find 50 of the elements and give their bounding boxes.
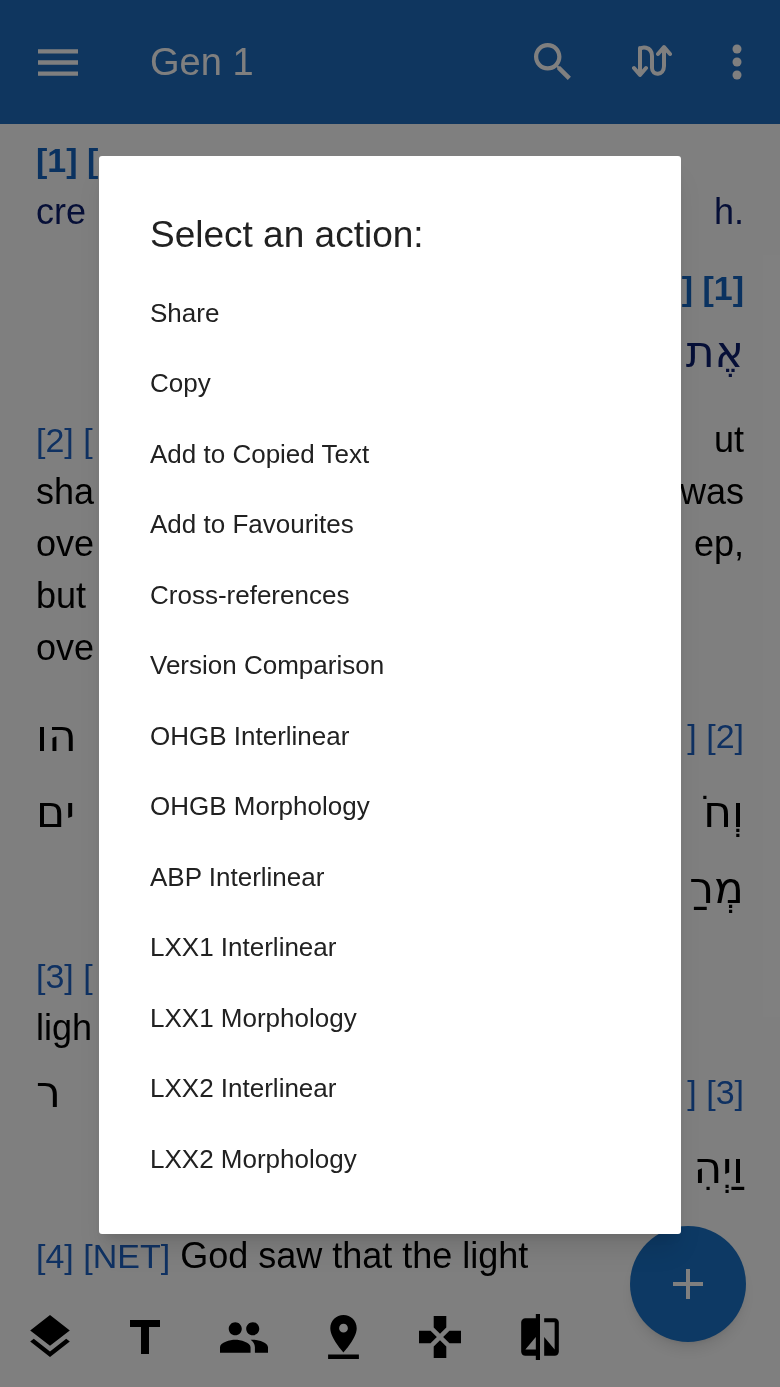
verse-text: ut [713,418,744,462]
hebrew-text: וַיְהִ [693,1141,744,1195]
menu-item[interactable]: Cross-references [150,560,350,631]
hebrew-text: מְרַ [689,861,744,915]
verse-text: God saw that the light [179,1234,529,1278]
screen-title: Gen 1 [150,39,254,85]
verse-reference: ] [2] [687,715,744,757]
hebrew-text: ים [36,785,76,839]
menu-item[interactable]: LXX1 Morphology [150,983,357,1054]
menu-item[interactable]: LXX2 Morphology [150,1124,357,1195]
verse-text: h. [713,190,744,234]
verse-reference: [3] [ [36,955,93,997]
verse-reference: [2] [ [36,419,93,461]
gamepad-icon[interactable] [419,1316,461,1358]
hebrew-text: וְחֹ [703,785,744,839]
menu-item[interactable]: Add to Copied Text [150,419,370,490]
verse-text: ove [36,522,95,566]
verse-reference: [4] [NET] [36,1236,171,1277]
menu-item[interactable]: Version Comparison [150,630,385,701]
verse-text: cre [36,190,86,234]
search-icon[interactable] [534,43,572,81]
menu-item[interactable]: LXX2 Interlinear [150,1053,337,1124]
verse-text: ligh [36,1006,93,1050]
layers-icon[interactable] [30,1315,70,1359]
menu-item[interactable]: Copy [150,348,211,419]
verse-text: ep, [693,522,744,566]
menu-item[interactable]: OHGB Morphology [150,771,370,842]
menu-item[interactable]: ABP Interlinear [150,842,325,913]
verse-text: ove [36,626,95,670]
verse-text: sha [36,470,95,514]
verse-text: but [36,574,87,618]
map-pin-icon[interactable] [328,1315,359,1359]
verse-text: was [679,470,744,514]
hebrew-text: ר [36,1065,61,1119]
verse-reference: ] [3] [687,1071,744,1113]
menu-item[interactable]: Share [150,278,220,349]
text-format-icon[interactable] [130,1320,160,1354]
menu-icon[interactable] [38,48,78,76]
hebrew-text: הו [36,709,77,763]
hebrew-text: אֶת [685,325,744,379]
people-icon[interactable] [220,1321,268,1353]
dialog-title: Select an action: [150,213,424,257]
menu-item[interactable]: Add to Favourites [150,489,354,560]
verse-reference: [1] [ [36,139,99,181]
plus-icon [673,1269,703,1299]
menu-item[interactable]: OHGB Interlinear [150,701,350,772]
compare-icon[interactable] [521,1314,559,1360]
more-options-icon[interactable] [732,44,742,80]
menu-item[interactable]: LXX1 Interlinear [150,912,337,983]
verse-reference: ] [1] [681,267,744,309]
